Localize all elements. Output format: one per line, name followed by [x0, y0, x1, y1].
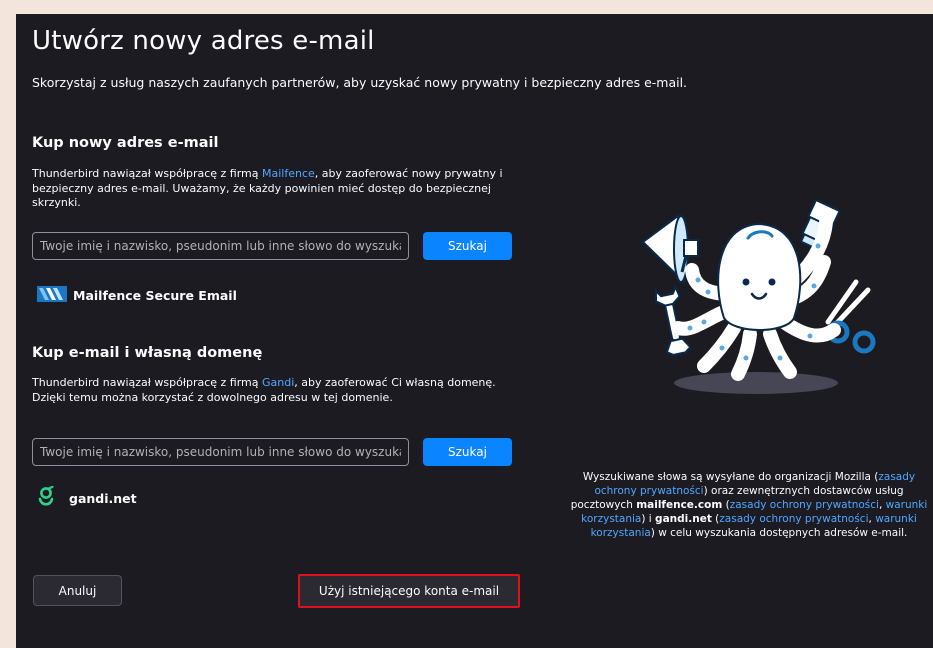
privacy-text: Wyszukiwane słowa są wysyłane do organiz…	[582, 471, 879, 483]
privacy-notice: Wyszukiwane słowa są wysyłane do organiz…	[565, 470, 933, 540]
mailfence-search-button[interactable]: Szukaj	[423, 232, 512, 260]
mailfence-link[interactable]: Mailfence	[262, 167, 315, 180]
gandi-provider-name: gandi.net	[69, 491, 137, 506]
section-buy-email-description: Thunderbird nawiązał współpracę z firmą …	[32, 167, 520, 211]
section-buy-email-title: Kup nowy adres e-mail	[32, 135, 219, 151]
gandi-privacy-link[interactable]: zasady ochrony prywatności	[719, 513, 868, 525]
gandi-domain: gandi.net	[655, 513, 712, 525]
privacy-text: ) i	[641, 513, 656, 525]
mailfence-logo-icon	[37, 285, 67, 306]
mailfence-search-input[interactable]	[32, 232, 409, 260]
mailfence-provider-name: Mailfence Secure Email	[73, 288, 237, 303]
mailfence-provider: Mailfence Secure Email	[37, 285, 237, 306]
desc-text: Thunderbird nawiązał współpracę z firmą	[32, 167, 263, 180]
desc-text: Thunderbird nawiązał współpracę z firmą	[32, 376, 263, 389]
privacy-text: (	[722, 499, 730, 511]
page-subtitle: Skorzystaj z usług naszych zaufanych par…	[32, 75, 688, 90]
cancel-button[interactable]: Anuluj	[33, 575, 122, 606]
octopus-mascot-illustration	[641, 198, 876, 394]
gandi-search-button[interactable]: Szukaj	[423, 438, 512, 466]
gandi-logo-icon	[37, 485, 55, 511]
account-setup-dialog: Utwórz nowy adres e-mail Skorzystaj z us…	[16, 14, 933, 648]
gandi-link[interactable]: Gandi	[262, 376, 294, 389]
privacy-text: ) w celu wyszukania dostępnych adresów e…	[650, 527, 908, 539]
page-title: Utwórz nowy adres e-mail	[32, 26, 375, 56]
gandi-search-input[interactable]	[32, 438, 409, 466]
mailfence-privacy-link[interactable]: zasady ochrony prywatności	[730, 499, 879, 511]
section-buy-domain-title: Kup e-mail i własną domenę	[32, 345, 263, 361]
section-buy-domain-description: Thunderbird nawiązał współpracę z firmą …	[32, 376, 520, 405]
privacy-text: ,	[878, 499, 886, 511]
gandi-provider: gandi.net	[37, 485, 137, 511]
mailfence-domain: mailfence.com	[636, 499, 723, 511]
use-existing-account-button[interactable]: Użyj istniejącego konta e-mail	[298, 574, 520, 608]
